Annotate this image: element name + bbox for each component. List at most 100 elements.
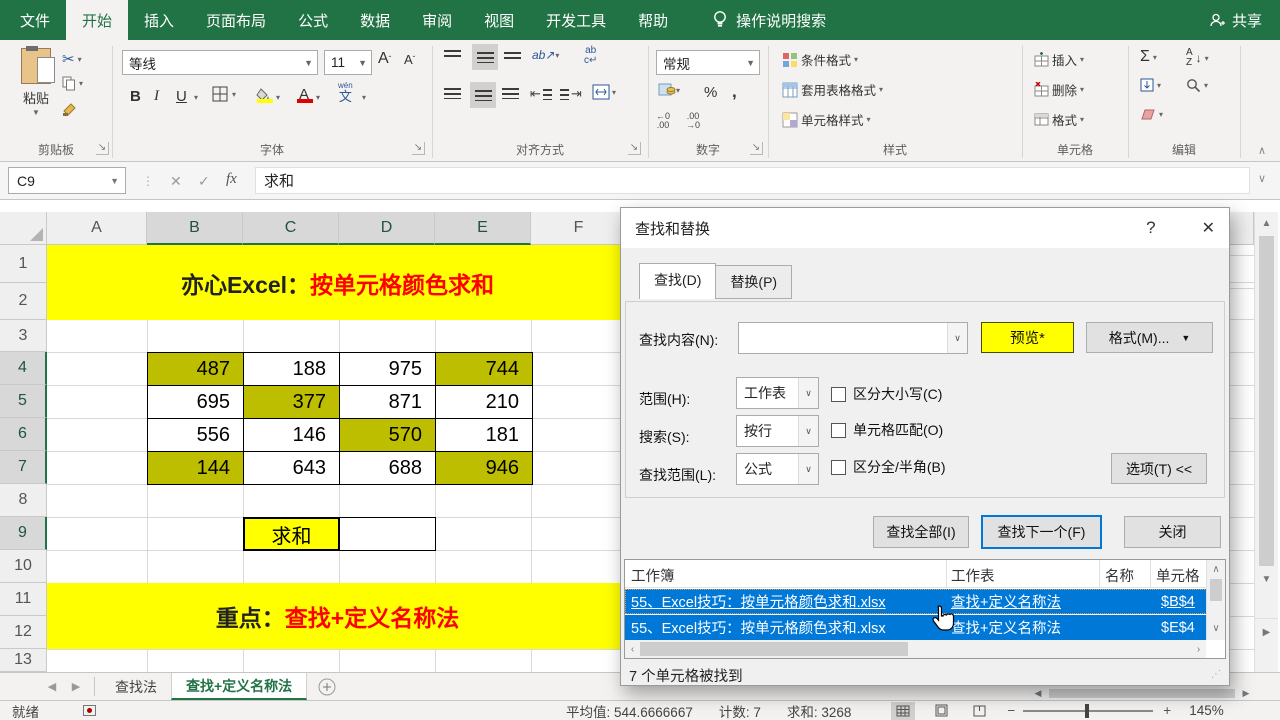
column-header-C[interactable]: C — [243, 212, 339, 245]
drag-dots-icon[interactable]: ⋮ — [142, 174, 154, 188]
results-scroll-thumb[interactable] — [1210, 579, 1222, 601]
col-workbook[interactable]: 工作簿 — [631, 565, 675, 586]
cell-C5[interactable]: 377 — [243, 385, 340, 419]
cell-C7[interactable]: 643 — [243, 451, 340, 485]
macro-record-icon[interactable] — [83, 705, 96, 716]
scroll-down-icon[interactable]: ▼ — [1255, 568, 1278, 590]
column-header-A[interactable]: A — [47, 212, 147, 245]
cell-C9-active[interactable]: 求和 — [243, 517, 340, 551]
middle-align-button[interactable] — [472, 44, 498, 70]
results-hscroll-thumb[interactable] — [640, 642, 908, 656]
borders-button[interactable]: ▾ — [212, 86, 236, 103]
scroll-right-icon[interactable]: ▶ — [1255, 618, 1278, 646]
number-format-combo[interactable]: 常规▼ — [656, 50, 760, 75]
cell-C6[interactable]: 146 — [243, 418, 340, 452]
row-header-1[interactable]: 1 — [0, 245, 47, 283]
result-row-2[interactable]: 55、Excel技巧：按单元格颜色求和.xlsx 查找+定义名称法 $E$4 — [625, 615, 1207, 640]
resize-grip-icon[interactable]: ⋰ — [1211, 669, 1225, 683]
cell-B7[interactable]: 144 — [147, 451, 244, 485]
sheet-prev-icon[interactable]: ◀ — [40, 673, 64, 700]
cell-styles-button[interactable]: 单元格样式▾ — [782, 110, 871, 129]
cell-E5[interactable]: 210 — [435, 385, 533, 419]
row-header-5[interactable]: 5 — [0, 385, 47, 418]
dropdown-arrow-icon[interactable]: ▼ — [110, 176, 125, 186]
accounting-format-button[interactable]: ▾ — [658, 82, 680, 98]
clear-button[interactable]: ▾ — [1140, 108, 1163, 121]
sheet-tab-2-active[interactable]: 查找+定义名称法 — [171, 673, 307, 700]
row-header-11[interactable]: 11 — [0, 583, 47, 616]
font-size-combo[interactable]: 11▼ — [324, 50, 372, 75]
dialog-tab-replace[interactable]: 替换(P) — [716, 265, 792, 299]
phonetic-guide-button[interactable]: wén文 — [338, 82, 353, 103]
tab-developer[interactable]: 开发工具 — [530, 0, 622, 40]
italic-button[interactable]: I — [154, 88, 159, 105]
sheet-next-icon[interactable]: ▶ — [64, 673, 88, 700]
format-as-table-button[interactable]: 套用表格格式▾ — [782, 80, 883, 99]
find-select-button[interactable]: ▾ — [1186, 78, 1208, 93]
results-list[interactable]: 工作簿 工作表 名称 单元格 55、Excel技巧：按单元格颜色求和.xlsx … — [624, 559, 1226, 659]
close-icon[interactable]: ✕ — [1202, 218, 1215, 238]
formula-input[interactable]: 求和 — [255, 167, 1250, 194]
tell-me-search[interactable]: 操作说明搜索 — [712, 0, 826, 40]
dialog-title-bar[interactable]: 查找和替换 ? ✕ — [621, 208, 1229, 248]
dropdown-arrow-icon[interactable]: ▼ — [14, 108, 58, 117]
increase-decimal-button[interactable]: ←0.00 — [656, 112, 670, 130]
scroll-left-icon[interactable]: ‹ — [625, 644, 640, 655]
cut-button[interactable]: ✂▾ — [62, 50, 82, 68]
collapse-ribbon-icon[interactable]: ∧ — [1258, 144, 1266, 157]
chevron-down-icon[interactable]: ∨ — [798, 378, 818, 408]
dropdown-arrow-icon[interactable]: ▼ — [300, 58, 317, 68]
scroll-right-icon[interactable]: › — [1191, 644, 1206, 655]
name-box[interactable]: C9▼ — [8, 167, 126, 194]
zoom-level[interactable]: 145% — [1189, 703, 1224, 718]
zoom-slider[interactable] — [1023, 710, 1153, 712]
vertical-scrollbar[interactable]: ▲ ▼ ▶ — [1254, 212, 1278, 672]
comma-style-button[interactable]: , — [732, 82, 737, 102]
scroll-left-icon[interactable]: ◀ — [1030, 688, 1046, 699]
fill-button[interactable]: ▾ — [1140, 78, 1161, 92]
scroll-up-icon[interactable]: ▲ — [1255, 212, 1278, 234]
results-vscrollbar[interactable]: ∧ ∨ — [1206, 560, 1225, 640]
autosum-button[interactable]: Σ▾ — [1140, 48, 1157, 66]
number-dialog-launcher[interactable]: ↘ — [750, 142, 763, 155]
decrease-indent-button[interactable]: ⇤ — [530, 86, 552, 102]
zoom-in-button[interactable]: + — [1163, 703, 1171, 718]
row-header-12[interactable]: 12 — [0, 616, 47, 649]
tab-insert[interactable]: 插入 — [128, 0, 190, 40]
row-header-4[interactable]: 4 — [0, 352, 47, 385]
alignment-dialog-launcher[interactable]: ↘ — [628, 142, 641, 155]
row-header-6[interactable]: 6 — [0, 418, 47, 451]
column-header-E[interactable]: E — [435, 212, 531, 245]
dialog-tab-find[interactable]: 查找(D) — [639, 263, 716, 299]
row-header-3[interactable]: 3 — [0, 320, 47, 352]
column-header-D[interactable]: D — [339, 212, 435, 245]
cell-D4[interactable]: 975 — [339, 352, 436, 386]
decrease-decimal-button[interactable]: .00→0 — [686, 112, 700, 130]
dropdown-arrow-icon[interactable]: ▼ — [742, 58, 759, 68]
align-left-button[interactable] — [444, 88, 461, 99]
align-center-button[interactable] — [470, 82, 496, 108]
tab-review[interactable]: 审阅 — [406, 0, 468, 40]
phonetic-dropdown[interactable]: ▾ — [362, 93, 366, 102]
format-painter-button[interactable] — [62, 102, 77, 117]
match-cell-checkbox[interactable]: 单元格匹配(O) — [831, 420, 943, 440]
increase-font-button[interactable]: Aˆ — [378, 50, 391, 68]
cell-E6[interactable]: 181 — [435, 418, 533, 452]
cell-E7[interactable]: 946 — [435, 451, 533, 485]
cell-B5[interactable]: 695 — [147, 385, 244, 419]
underline-dropdown[interactable]: ▾ — [194, 93, 198, 102]
normal-view-button[interactable] — [891, 702, 915, 720]
close-button[interactable]: 关闭 — [1124, 516, 1221, 548]
row-header-7[interactable]: 7 — [0, 451, 47, 484]
find-all-button[interactable]: 查找全部(I) — [873, 516, 969, 548]
font-color-dropdown[interactable]: ▾ — [316, 93, 320, 102]
chevron-down-icon[interactable]: ∨ — [798, 416, 818, 446]
column-header-F[interactable]: F — [531, 212, 627, 245]
zoom-out-button[interactable]: − — [1007, 703, 1015, 718]
help-icon[interactable]: ? — [1146, 218, 1155, 238]
cancel-icon[interactable]: ✕ — [170, 173, 182, 190]
delete-cells-button[interactable]: 删除▾ — [1034, 80, 1084, 99]
cell-D7[interactable]: 688 — [339, 451, 436, 485]
cell-B6[interactable]: 556 — [147, 418, 244, 452]
row-header-10[interactable]: 10 — [0, 550, 47, 583]
